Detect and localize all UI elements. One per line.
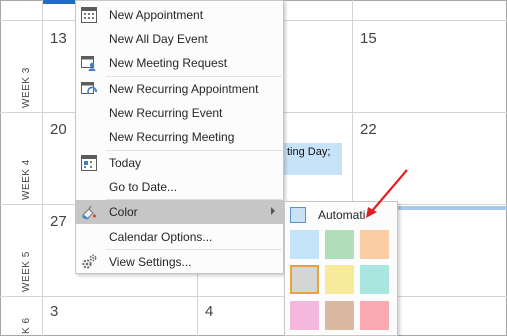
annotation-arrow-icon [366, 169, 408, 218]
arrow-shaft [371, 169, 408, 212]
